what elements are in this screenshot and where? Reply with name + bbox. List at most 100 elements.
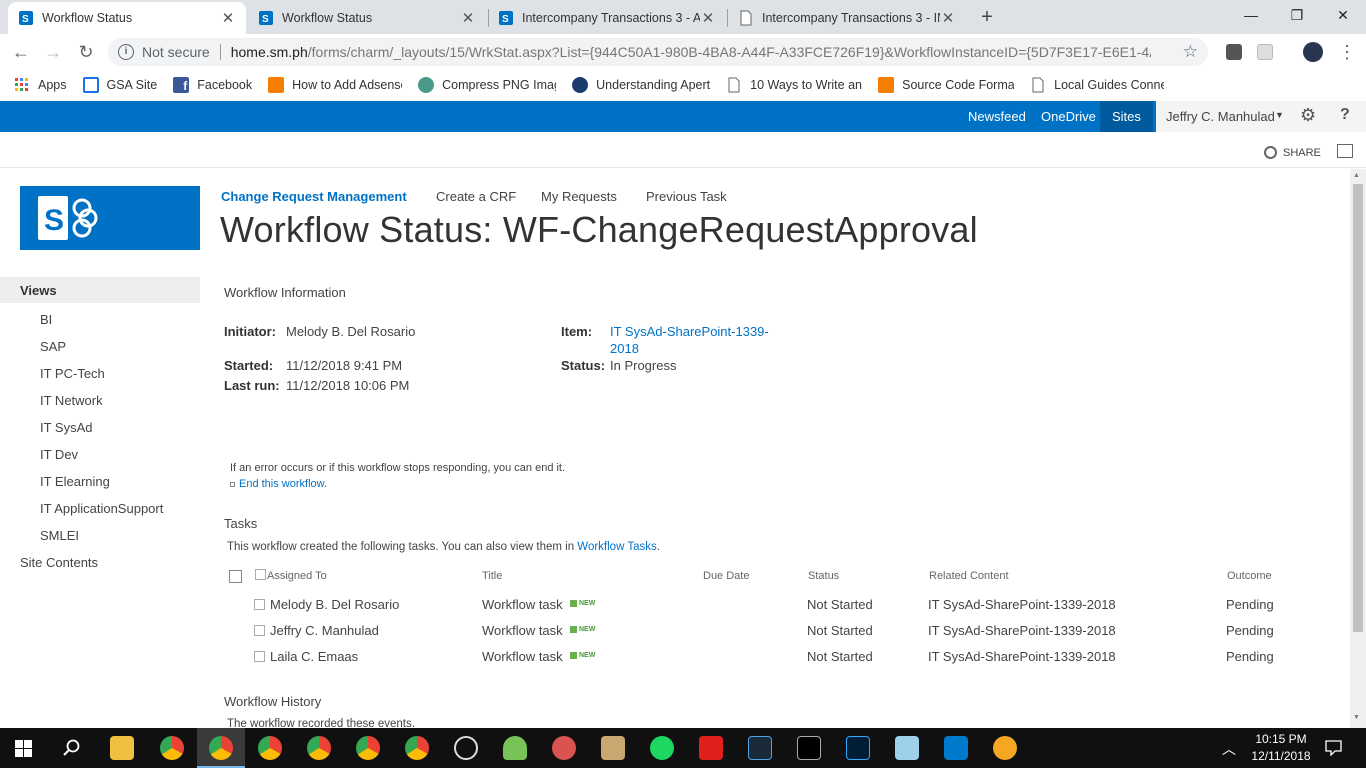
help-icon[interactable]: ? <box>1340 106 1350 124</box>
suite-link-sites[interactable]: Sites <box>1100 101 1153 132</box>
vlc-like-icon[interactable] <box>993 736 1017 760</box>
close-tab-icon[interactable]: ✕ <box>220 9 236 27</box>
quicklaunch-item-it-pc-tech[interactable]: IT PC-Tech <box>40 366 105 381</box>
focus-content-icon[interactable] <box>1337 144 1353 158</box>
chrome-profile-icon[interactable] <box>405 736 429 760</box>
obs-icon[interactable] <box>454 736 478 760</box>
task-title-link[interactable]: Workflow task <box>482 597 563 612</box>
column-title[interactable]: Title <box>482 570 502 582</box>
topnav-change-request-management[interactable]: Change Request Management <box>221 189 407 204</box>
chrome-profile-icon[interactable] <box>356 736 380 760</box>
gear-icon[interactable]: ⚙ <box>1300 105 1316 126</box>
close-tab-icon[interactable]: ✕ <box>940 9 956 27</box>
new-tab-button[interactable]: + <box>976 6 998 28</box>
related-content-link[interactable]: IT SysAd-SharePoint-1339-2018 <box>928 649 1116 664</box>
column-related-content[interactable]: Related Content <box>929 570 1009 582</box>
forward-arrow-icon[interactable]: → <box>42 42 64 64</box>
scrollbar-thumb[interactable] <box>1353 184 1363 632</box>
bookmark-aperture[interactable]: Understanding Apert <box>572 77 710 93</box>
chrome-profile-icon[interactable] <box>209 736 233 760</box>
address-bar[interactable]: i Not secure home.sm.ph/forms/charm/_lay… <box>108 38 1208 66</box>
quicklaunch-item-it-applicationsupport[interactable]: IT ApplicationSupport <box>40 501 163 516</box>
column-outcome[interactable]: Outcome <box>1227 570 1272 582</box>
suite-link-newsfeed[interactable]: Newsfeed <box>968 101 1026 132</box>
scroll-down-arrow-icon[interactable]: ▼ <box>1353 714 1360 721</box>
workflow-tasks-link[interactable]: Workflow Tasks <box>577 541 656 553</box>
record-app-icon[interactable] <box>699 736 723 760</box>
spotify-icon[interactable] <box>650 736 674 760</box>
quicklaunch-item-smlei[interactable]: SMLEI <box>40 528 79 543</box>
bookmark-adsense[interactable]: How to Add Adsense <box>268 77 402 93</box>
header-checkbox[interactable] <box>255 569 266 580</box>
item-link-line2[interactable]: 2018 <box>610 341 639 356</box>
extension-icon[interactable] <box>1257 44 1273 60</box>
sandbox-icon[interactable] <box>895 736 919 760</box>
task-title-link[interactable]: Workflow task <box>482 649 563 664</box>
lightroom-icon[interactable] <box>748 736 772 760</box>
tab-workflow-status-active[interactable]: S Workflow Status ✕ <box>8 2 246 34</box>
back-arrow-icon[interactable]: ← <box>10 42 32 64</box>
windows-start-icon[interactable] <box>15 740 32 757</box>
bookmark-local-guides[interactable]: Local Guides Connec <box>1030 77 1164 93</box>
quicklaunch-site-contents[interactable]: Site Contents <box>20 555 98 570</box>
minimize-button[interactable]: — <box>1228 4 1274 26</box>
quicklaunch-item-sap[interactable]: SAP <box>40 339 66 354</box>
tab-workflow-status[interactable]: S Workflow Status ✕ <box>248 2 486 34</box>
chrome-icon[interactable] <box>307 736 331 760</box>
notifications-icon[interactable] <box>1325 740 1342 756</box>
quicklaunch-item-it-sysad[interactable]: IT SysAd <box>40 420 93 435</box>
item-link-line1[interactable]: IT SysAd-SharePoint-1339- <box>610 324 769 339</box>
search-icon[interactable] <box>63 739 81 757</box>
chevron-down-icon[interactable]: ▼ <box>1275 110 1284 120</box>
topnav-previous-task[interactable]: Previous Task <box>646 189 727 204</box>
profile-avatar[interactable] <box>1303 42 1323 62</box>
share-button[interactable]: SHARE <box>1264 146 1321 159</box>
row-checkbox[interactable] <box>254 599 265 610</box>
books-icon[interactable] <box>601 736 625 760</box>
sharepoint-site-logo[interactable]: S <box>20 186 200 250</box>
close-window-button[interactable]: ✕ <box>1320 4 1366 26</box>
related-content-link[interactable]: IT SysAd-SharePoint-1339-2018 <box>928 597 1116 612</box>
related-content-link[interactable]: IT SysAd-SharePoint-1339-2018 <box>928 623 1116 638</box>
quicklaunch-item-it-dev[interactable]: IT Dev <box>40 447 78 462</box>
menu-dots-icon[interactable]: ⋮ <box>1336 42 1358 64</box>
system-clock[interactable]: 10:15 PM 12/11/2018 <box>1246 731 1316 765</box>
reload-icon[interactable]: ↻ <box>75 42 97 64</box>
close-tab-icon[interactable]: ✕ <box>460 9 476 27</box>
task-title-link[interactable]: Workflow task <box>482 623 563 638</box>
bookmark-10-ways[interactable]: 10 Ways to Write an <box>726 77 862 93</box>
bookmark-gsa-site[interactable]: GSA Site <box>82 77 157 93</box>
topnav-my-requests[interactable]: My Requests <box>541 189 617 204</box>
end-workflow-link[interactable]: End this workflow. <box>230 478 327 490</box>
bookmark-source-code[interactable]: Source Code Formatt <box>878 77 1014 93</box>
column-due-date[interactable]: Due Date <box>703 570 749 582</box>
tray-chevron-up-icon[interactable]: ︿ <box>1222 739 1236 759</box>
vscode-icon[interactable] <box>944 736 968 760</box>
bookmark-compress-png[interactable]: Compress PNG Image <box>418 77 556 93</box>
select-all-checkbox[interactable] <box>229 570 242 583</box>
user-name-menu[interactable]: Jeffry C. Manhulad <box>1166 109 1275 124</box>
suite-link-onedrive[interactable]: OneDrive <box>1041 101 1096 132</box>
page-scrollbar[interactable]: ▲ ▼ <box>1350 169 1366 728</box>
extension-icon[interactable] <box>1226 44 1242 60</box>
url-text[interactable]: home.sm.ph/forms/charm/_layouts/15/WrkSt… <box>231 44 1151 60</box>
command-prompt-icon[interactable] <box>797 736 821 760</box>
quicklaunch-item-it-elearning[interactable]: IT Elearning <box>40 474 110 489</box>
android-studio-icon[interactable] <box>503 736 527 760</box>
bookmark-star-icon[interactable]: ☆ <box>1183 42 1198 62</box>
restore-button[interactable]: ❐ <box>1274 4 1320 26</box>
column-assigned-to[interactable]: Assigned To <box>267 570 327 582</box>
chrome-icon[interactable] <box>160 736 184 760</box>
bookmark-facebook[interactable]: f Facebook <box>173 77 252 93</box>
row-checkbox[interactable] <box>254 625 265 636</box>
bookmark-apps[interactable]: Apps <box>14 77 67 93</box>
scroll-up-arrow-icon[interactable]: ▲ <box>1353 172 1360 179</box>
row-checkbox[interactable] <box>254 651 265 662</box>
quicklaunch-item-bi[interactable]: BI <box>40 312 52 327</box>
close-tab-icon[interactable]: ✕ <box>700 9 716 27</box>
file-explorer-icon[interactable] <box>110 736 134 760</box>
photoshop-icon[interactable] <box>846 736 870 760</box>
tab-intercompany-transactions-in[interactable]: Intercompany Transactions 3 - IN ✕ <box>728 2 966 34</box>
quicklaunch-item-it-network[interactable]: IT Network <box>40 393 103 408</box>
info-icon[interactable]: i <box>118 44 134 60</box>
